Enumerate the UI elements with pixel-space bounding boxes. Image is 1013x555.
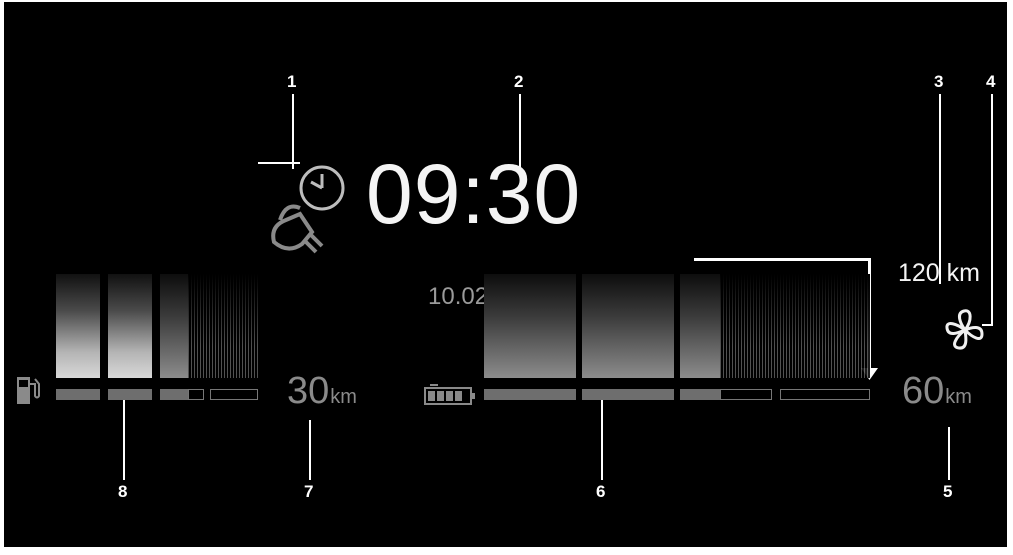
- battery-range: 60km: [902, 370, 972, 413]
- battery-bar: [484, 274, 576, 378]
- callout-5: 5: [943, 482, 953, 501]
- leader-line-4: [991, 94, 993, 326]
- callout-1: 1: [287, 72, 297, 91]
- fuel-range-value: 30: [287, 370, 330, 412]
- instrument-display: 1 2 3 4 5 6 7 8 09:30 10.02.2013 120 km: [4, 2, 1007, 547]
- leader-line-6: [601, 397, 603, 480]
- fan-icon: [945, 309, 984, 350]
- leader-line-5: [948, 427, 950, 480]
- battery-icon: [424, 384, 475, 405]
- fuel-pump-icon: [17, 377, 40, 404]
- leader-line-8: [123, 397, 125, 480]
- plug-clock-icon: [271, 165, 345, 254]
- fuel-bar: [108, 274, 152, 378]
- battery-range-unit: km: [945, 386, 972, 408]
- range-pointer-horizontal: [694, 258, 870, 261]
- callout-8: 8: [118, 482, 128, 501]
- fuel-segment: [56, 389, 100, 400]
- battery-segment: [582, 389, 674, 400]
- clock-time: 09:30: [366, 147, 582, 241]
- fuel-segment-empty: [210, 389, 258, 400]
- battery-segment-empty: [720, 389, 772, 400]
- callout-6: 6: [596, 482, 606, 501]
- leader-line-1: [292, 94, 294, 169]
- leader-line-7: [309, 420, 311, 480]
- fuel-segment: [108, 389, 152, 400]
- battery-range-value: 60: [902, 370, 945, 412]
- fuel-segment-empty: [188, 389, 204, 400]
- fuel-bar: [56, 274, 100, 378]
- callout-2: 2: [514, 72, 524, 91]
- callout-3: 3: [934, 72, 944, 91]
- fuel-range: 30km: [287, 370, 357, 413]
- leader-line-3: [939, 94, 941, 284]
- fuel-bar-fade: [188, 274, 258, 378]
- fuel-bar: [160, 274, 188, 378]
- fuel-segment: [160, 389, 188, 400]
- battery-bar: [680, 274, 720, 378]
- battery-segment: [680, 389, 720, 400]
- battery-bar-fade: [720, 274, 870, 378]
- fuel-range-unit: km: [330, 386, 357, 408]
- callout-4: 4: [986, 72, 996, 91]
- battery-bar: [582, 274, 674, 378]
- battery-segment-empty: [780, 389, 870, 400]
- total-range: 120 km: [898, 259, 980, 287]
- callout-7: 7: [304, 482, 314, 501]
- battery-segment: [484, 389, 576, 400]
